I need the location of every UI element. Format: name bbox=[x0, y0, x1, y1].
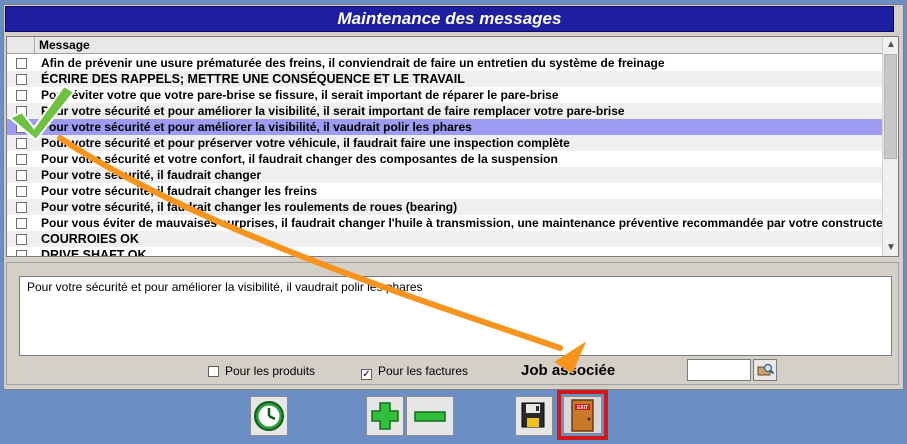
message-row[interactable]: DRIVE SHAFT OK bbox=[7, 247, 883, 257]
row-message-text: Pour votre sécurité et votre confort, il… bbox=[41, 152, 558, 166]
job-label: Job associée bbox=[521, 362, 616, 379]
job-lookup-button[interactable] bbox=[753, 359, 777, 381]
row-checkbox[interactable] bbox=[16, 106, 27, 117]
exit-door-icon: EXIT bbox=[571, 399, 594, 432]
invoices-option[interactable]: ✓ Pour les factures bbox=[361, 364, 468, 380]
products-label: Pour les produits bbox=[225, 364, 316, 378]
row-checkbox[interactable] bbox=[16, 122, 27, 133]
message-rows: Afin de prévenir une usure prématurée de… bbox=[7, 55, 883, 257]
message-row[interactable]: Pour votre sécurité, il faudrait changer… bbox=[7, 183, 883, 199]
job-input[interactable] bbox=[687, 359, 751, 381]
row-message-text: Pour votre sécurité, il faudrait changer bbox=[41, 168, 262, 182]
invoices-checkbox[interactable]: ✓ bbox=[361, 369, 372, 380]
products-checkbox[interactable] bbox=[208, 366, 219, 377]
message-row[interactable]: ÉCRIRE DES RAPPELS; METTRE UNE CONSÉQUEN… bbox=[7, 71, 883, 87]
save-button[interactable] bbox=[515, 396, 553, 436]
row-message-text: Pour votre sécurité, il faudrait changer… bbox=[41, 184, 318, 198]
window-title: Maintenance des messages bbox=[5, 6, 894, 32]
message-row[interactable]: Afin de prévenir une usure prématurée de… bbox=[7, 55, 883, 71]
remove-button[interactable] bbox=[406, 396, 454, 436]
message-row[interactable]: Pour vous éviter de mauvaises surprises,… bbox=[7, 215, 883, 231]
plus-icon bbox=[371, 402, 399, 430]
clock-icon bbox=[254, 401, 284, 431]
row-message-text: Pour votre sécurité et pour préserver vo… bbox=[41, 136, 570, 150]
add-button[interactable] bbox=[366, 396, 404, 436]
row-checkbox[interactable] bbox=[16, 58, 27, 69]
row-checkbox[interactable] bbox=[16, 202, 27, 213]
row-message-text: DRIVE SHAFT OK bbox=[41, 248, 147, 257]
row-message-text: ÉCRIRE DES RAPPELS; METTRE UNE CONSÉQUEN… bbox=[41, 72, 465, 86]
row-message-text: COURROIES OK bbox=[41, 232, 139, 246]
message-row[interactable]: Pour votre sécurité, il faudrait changer… bbox=[7, 199, 883, 215]
row-checkbox[interactable] bbox=[16, 154, 27, 165]
row-checkbox[interactable] bbox=[16, 138, 27, 149]
message-row[interactable]: Pour votre sécurité et pour améliorer la… bbox=[7, 103, 883, 119]
message-detail-textarea[interactable]: Pour votre sécurité et pour améliorer la… bbox=[19, 276, 892, 356]
row-checkbox[interactable] bbox=[16, 218, 27, 229]
message-row[interactable]: Pour votre sécurité et pour améliorer la… bbox=[7, 119, 883, 135]
list-header: Message bbox=[7, 37, 883, 54]
save-icon bbox=[521, 402, 545, 428]
lookup-icon bbox=[757, 363, 775, 376]
row-message-text: Pour votre sécurité et pour améliorer la… bbox=[41, 120, 472, 134]
history-button[interactable] bbox=[250, 396, 288, 436]
header-check-column bbox=[7, 37, 35, 53]
header-message-column[interactable]: Message bbox=[39, 37, 90, 53]
row-checkbox[interactable] bbox=[16, 90, 27, 101]
row-message-text: Pour vous éviter de mauvaises surprises,… bbox=[41, 216, 883, 230]
row-checkbox[interactable] bbox=[16, 186, 27, 197]
row-checkbox[interactable] bbox=[16, 250, 27, 256]
message-row[interactable]: COURROIES OK bbox=[7, 231, 883, 247]
list-scrollbar[interactable]: ▲ ▼ bbox=[882, 37, 898, 256]
products-option[interactable]: Pour les produits bbox=[208, 364, 315, 378]
row-checkbox[interactable] bbox=[16, 74, 27, 85]
message-row[interactable]: Pour éviter votre que votre pare-brise s… bbox=[7, 87, 883, 103]
row-message-text: Pour éviter votre que votre pare-brise s… bbox=[41, 88, 559, 102]
row-message-text: Afin de prévenir une usure prématurée de… bbox=[41, 56, 665, 70]
row-checkbox[interactable] bbox=[16, 170, 27, 181]
minus-icon bbox=[414, 411, 446, 422]
detail-panel: Pour votre sécurité et pour améliorer la… bbox=[6, 262, 899, 385]
message-row[interactable]: Pour votre sécurité et votre confort, il… bbox=[7, 151, 883, 167]
row-message-text: Pour votre sécurité et pour améliorer la… bbox=[41, 104, 625, 118]
exit-sign-label: EXIT bbox=[577, 405, 588, 411]
message-row[interactable]: Pour votre sécurité et pour préserver vo… bbox=[7, 135, 883, 151]
scroll-up-icon[interactable]: ▲ bbox=[883, 37, 898, 53]
row-checkbox[interactable] bbox=[16, 234, 27, 245]
scroll-thumb[interactable] bbox=[884, 54, 897, 159]
invoices-label: Pour les factures bbox=[378, 364, 469, 378]
row-message-text: Pour votre sécurité, il faudrait changer… bbox=[41, 200, 458, 214]
message-row[interactable]: Pour votre sécurité, il faudrait changer bbox=[7, 167, 883, 183]
message-list[interactable]: Message Afin de prévenir une usure préma… bbox=[6, 36, 899, 257]
exit-button[interactable]: EXIT bbox=[563, 396, 602, 434]
scroll-down-icon[interactable]: ▼ bbox=[883, 240, 898, 256]
